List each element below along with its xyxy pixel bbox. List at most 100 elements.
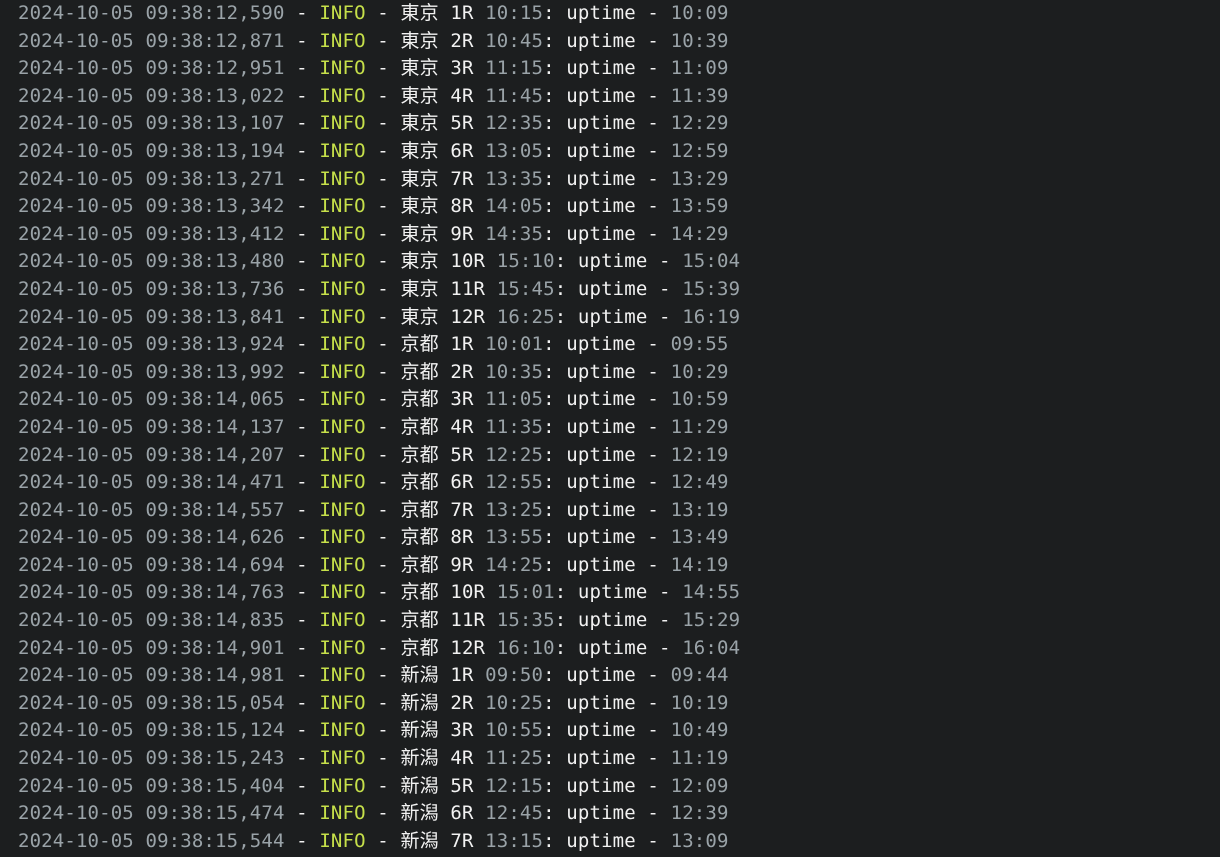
uptime-value: 11:39 <box>670 84 729 107</box>
separator: - <box>635 664 671 687</box>
uptime-label: uptime <box>566 167 636 190</box>
uptime-label: uptime <box>566 526 636 549</box>
venue-name: 東京 <box>400 277 439 300</box>
separator: - <box>284 388 320 411</box>
log-line: 2024-10-05 09:38:14,471 - INFO - 京都 6R 1… <box>18 469 1220 497</box>
colon: : <box>543 526 567 549</box>
venue-name: 新潟 <box>400 691 439 714</box>
separator: - <box>284 222 320 245</box>
uptime-label: uptime <box>566 2 636 24</box>
separator: - <box>647 636 683 659</box>
uptime-label: uptime <box>577 250 648 273</box>
colon: : <box>554 609 578 632</box>
log-output: 2024-10-05 09:38:12,590 - INFO - 東京 1R 1… <box>18 0 1220 855</box>
uptime-value: 10:59 <box>670 388 729 411</box>
uptime-value: 10:29 <box>670 360 729 383</box>
separator: - <box>284 2 320 24</box>
start-time: 13:15 <box>485 829 544 852</box>
uptime-value: 15:04 <box>682 250 741 273</box>
uptime-label: uptime <box>566 415 636 438</box>
race-number: 12R <box>450 305 486 328</box>
log-timestamp: 2024-10-05 09:38:15,054 <box>18 691 285 714</box>
venue-name: 新潟 <box>400 802 439 825</box>
log-timestamp: 2024-10-05 09:38:13,736 <box>18 277 285 300</box>
separator: - <box>284 553 320 576</box>
log-level: INFO <box>319 609 366 632</box>
venue-name: 東京 <box>400 2 439 24</box>
separator: - <box>635 29 671 52</box>
venue-name: 東京 <box>400 222 439 245</box>
separator: - <box>284 250 320 273</box>
log-level: INFO <box>319 415 366 438</box>
log-timestamp: 2024-10-05 09:38:14,901 <box>18 636 285 659</box>
separator: - <box>365 305 401 328</box>
separator: - <box>365 691 401 714</box>
venue-name: 京都 <box>400 526 439 549</box>
separator: - <box>635 553 671 576</box>
separator: - <box>365 747 401 770</box>
colon: : <box>543 774 567 797</box>
colon: : <box>543 747 567 770</box>
colon: : <box>554 305 578 328</box>
uptime-value: 16:04 <box>682 636 741 659</box>
separator: - <box>284 333 320 356</box>
uptime-value: 10:09 <box>670 2 729 24</box>
separator: - <box>365 415 401 438</box>
race-number: 1R <box>450 333 474 356</box>
race-number: 1R <box>450 664 474 687</box>
log-level: INFO <box>319 2 366 24</box>
separator: - <box>635 112 671 135</box>
terminal-log-view[interactable]: 2024-10-05 09:38:12,590 - INFO - 東京 1R 1… <box>0 0 1220 857</box>
separator: - <box>635 802 671 825</box>
colon: : <box>543 415 567 438</box>
log-line: 2024-10-05 09:38:13,480 - INFO - 東京 10R … <box>18 248 1220 276</box>
separator: - <box>284 84 320 107</box>
separator: - <box>365 139 401 162</box>
log-line: 2024-10-05 09:38:15,544 - INFO - 新潟 7R 1… <box>18 828 1220 856</box>
log-line: 2024-10-05 09:38:15,124 - INFO - 新潟 3R 1… <box>18 717 1220 745</box>
start-time: 15:10 <box>496 250 555 273</box>
race-number: 9R <box>450 222 474 245</box>
start-time: 16:25 <box>496 305 555 328</box>
race-number: 10R <box>450 581 486 604</box>
log-timestamp: 2024-10-05 09:38:12,590 <box>18 2 285 24</box>
separator: - <box>365 250 401 273</box>
separator: - <box>284 498 320 521</box>
log-level: INFO <box>319 443 366 466</box>
separator: - <box>635 2 671 24</box>
race-number: 2R <box>450 29 474 52</box>
uptime-label: uptime <box>577 636 648 659</box>
start-time: 13:55 <box>485 526 544 549</box>
log-line: 2024-10-05 09:38:13,412 - INFO - 東京 9R 1… <box>18 221 1220 249</box>
venue-name: 東京 <box>400 112 439 135</box>
colon: : <box>543 360 567 383</box>
separator: - <box>284 112 320 135</box>
uptime-label: uptime <box>566 774 636 797</box>
race-number: 11R <box>450 609 486 632</box>
uptime-value: 13:19 <box>670 498 729 521</box>
separator: - <box>284 57 320 80</box>
